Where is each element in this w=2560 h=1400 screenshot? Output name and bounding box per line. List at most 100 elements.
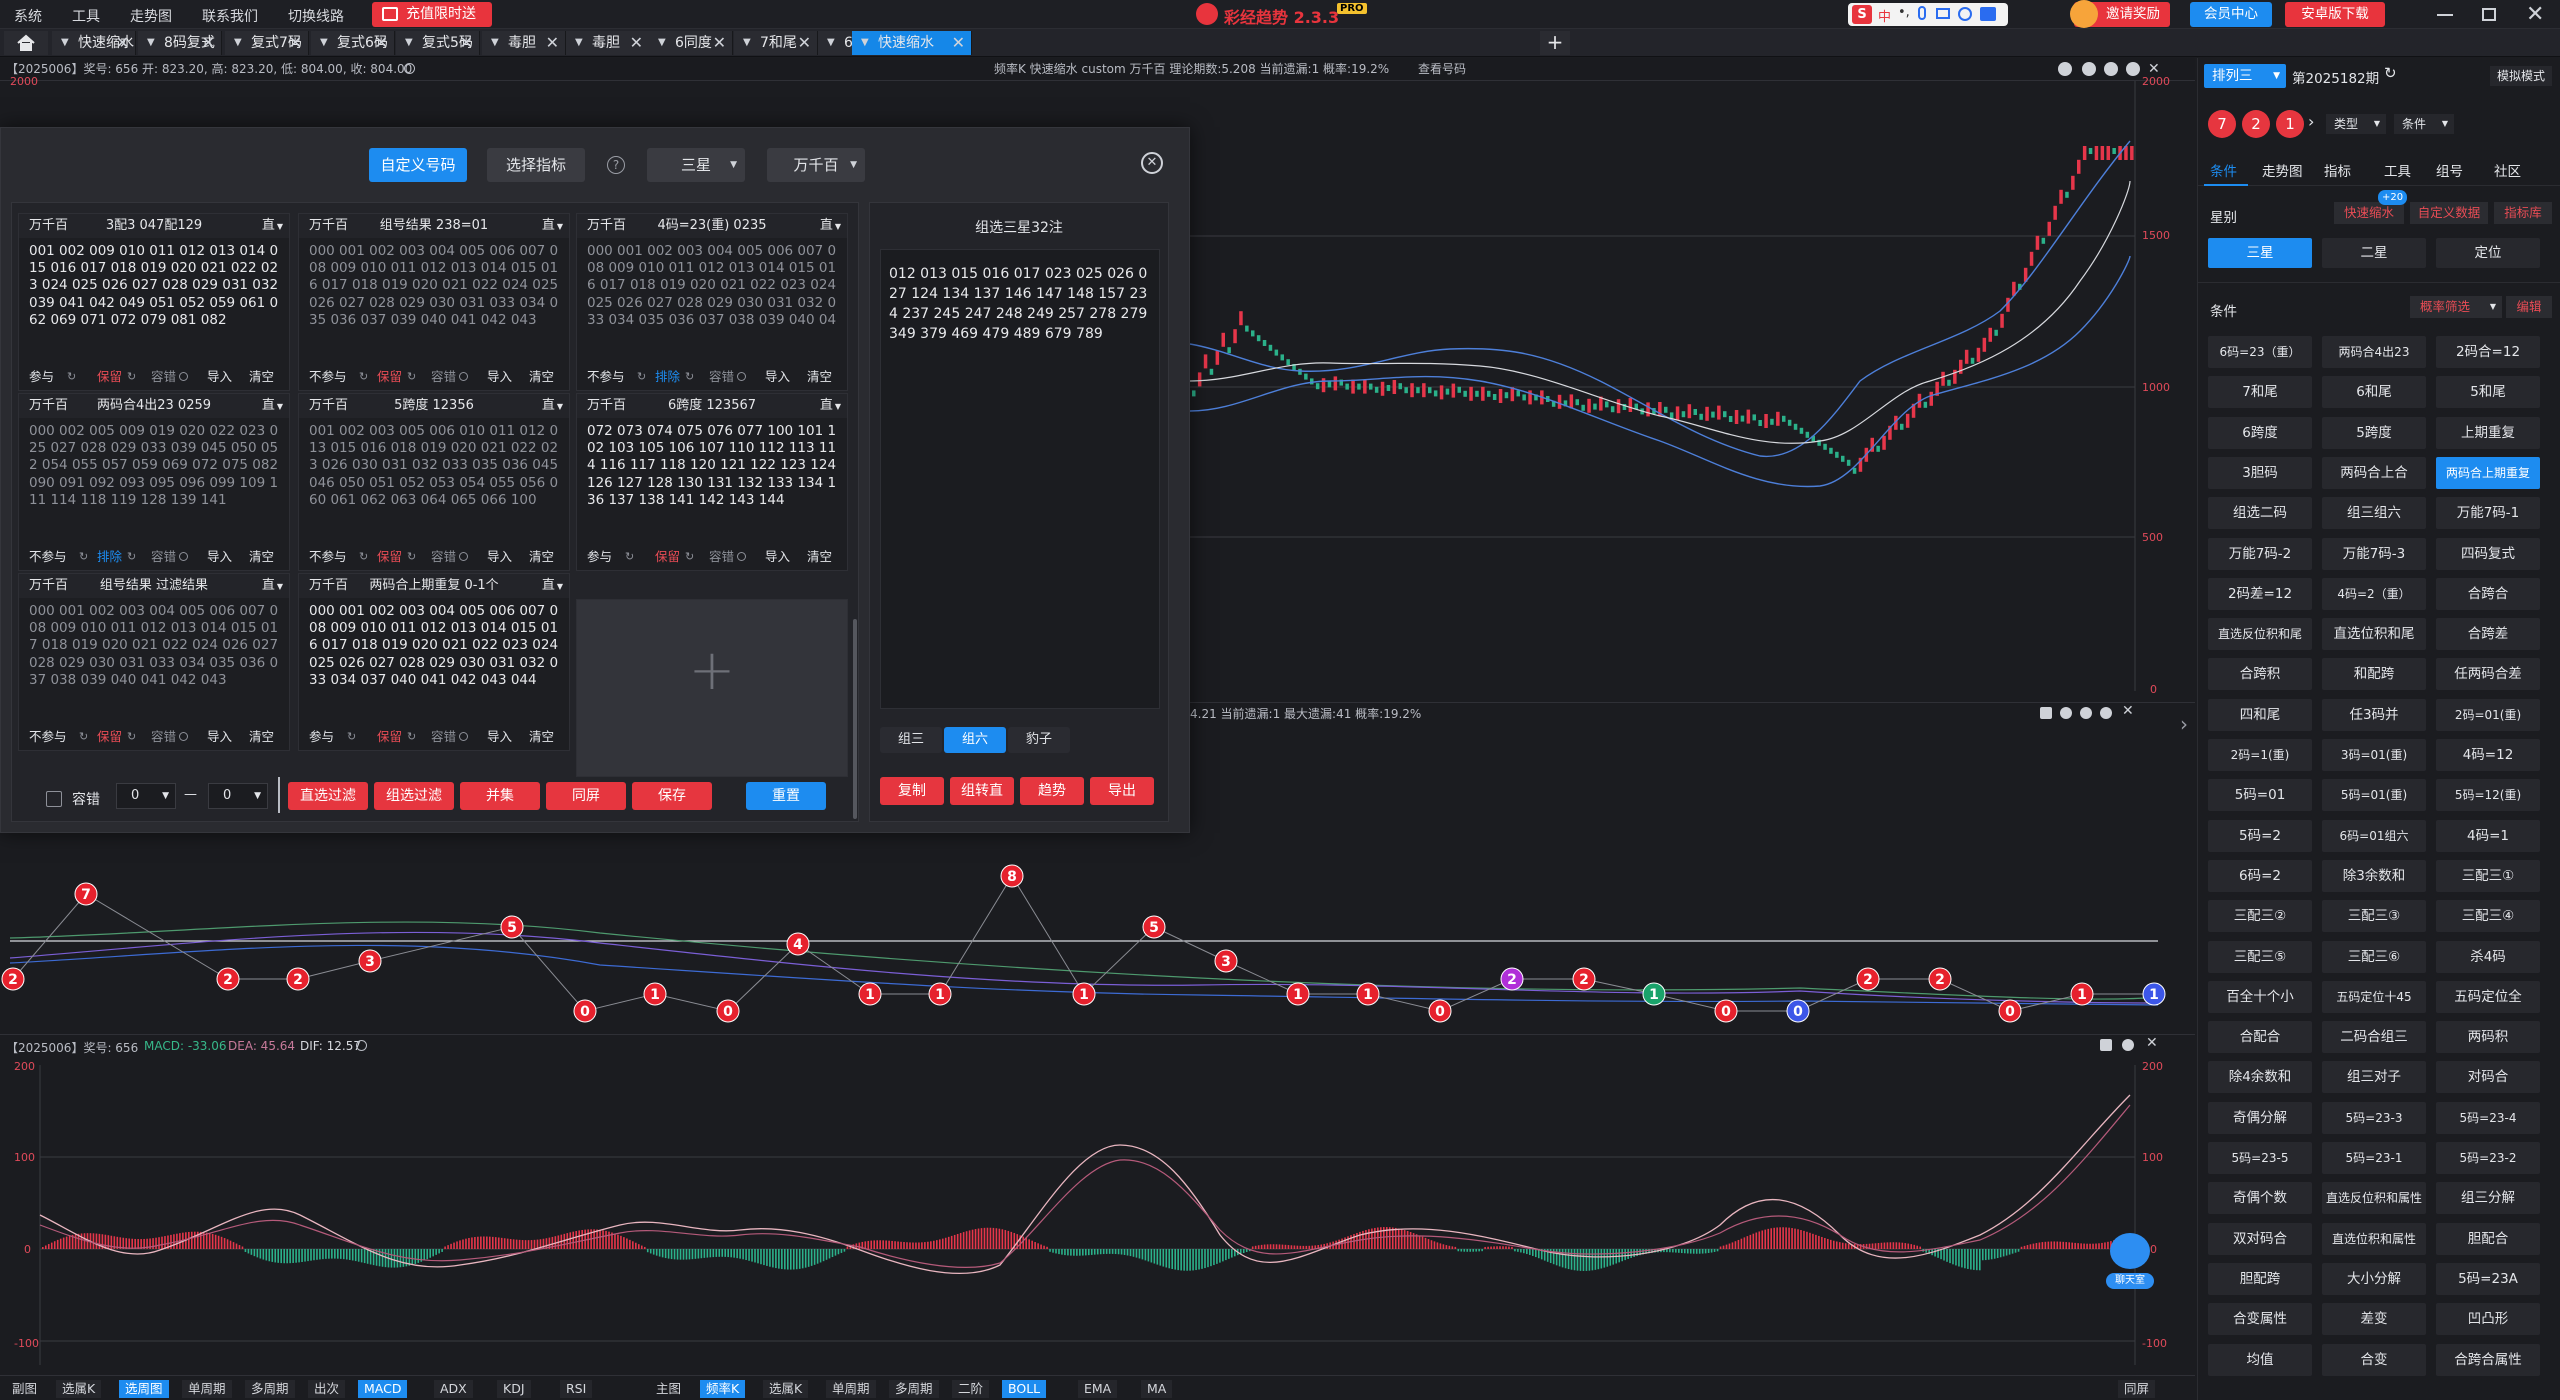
keep-exclude-toggle[interactable]: 保留 bbox=[377, 364, 402, 390]
tab-7[interactable]: ▼ 毒胆 ✕ bbox=[566, 31, 650, 55]
condition-button[interactable]: 双对码合 bbox=[2208, 1222, 2312, 1255]
close-dialog-icon[interactable]: ✕ bbox=[1141, 152, 1163, 174]
fault-toggle[interactable]: 容错 bbox=[431, 544, 456, 570]
condition-card[interactable]: 万千百 3配3 047配129 直 ▼ 001 002 009 010 011 012 … bbox=[18, 213, 290, 391]
subchart-button[interactable]: RSI bbox=[560, 1380, 593, 1398]
import-button[interactable]: 导入 bbox=[487, 364, 512, 390]
condition-button[interactable]: 均值 bbox=[2208, 1343, 2312, 1376]
keep-exclude-toggle[interactable]: 排除 bbox=[97, 544, 122, 570]
refresh-icon[interactable]: ↻ bbox=[67, 364, 76, 390]
refresh-icon[interactable]: ↻ bbox=[359, 544, 368, 570]
condition-card[interactable]: 万千百 两码合4出23 0259 直 ▼ 000 002 005 009 019 020… bbox=[18, 393, 290, 571]
condition-button[interactable]: 三配三③ bbox=[2322, 900, 2426, 933]
condition-button[interactable]: 合变 bbox=[2322, 1343, 2426, 1376]
condition-button[interactable]: 5码=23-1 bbox=[2322, 1142, 2426, 1174]
condition-card[interactable]: 万千百 6跨度 123567 直 ▼ 072 073 074 075 076 077 1… bbox=[576, 393, 848, 571]
condition-button[interactable]: 两码合4出23 bbox=[2322, 336, 2426, 368]
condition-button[interactable]: 大小分解 bbox=[2322, 1262, 2426, 1295]
condition-button[interactable]: 5码=23-2 bbox=[2436, 1142, 2540, 1174]
subchart-button[interactable]: KDJ bbox=[497, 1380, 531, 1398]
condition-button[interactable]: 合跨合属性 bbox=[2436, 1343, 2540, 1376]
mainchart-button[interactable]: 选属K bbox=[763, 1380, 809, 1398]
condition-card[interactable]: 万千百 组号结果 238=01 直 ▼ 000 001 002 003 004 005 … bbox=[298, 213, 570, 391]
clear-button[interactable]: 清空 bbox=[529, 724, 554, 750]
lottery-select[interactable]: 排列三 ▼ bbox=[2204, 64, 2286, 88]
condition-button[interactable]: 和配跨 bbox=[2322, 658, 2426, 691]
mainchart-button[interactable]: 单周期 bbox=[826, 1380, 876, 1398]
keep-exclude-toggle[interactable]: 保留 bbox=[97, 364, 122, 390]
condition-button[interactable]: 组三分解 bbox=[2436, 1182, 2540, 1215]
tab-5[interactable]: ▼ 复式5码 ✕ bbox=[396, 31, 480, 55]
check-numbers-link[interactable]: 查看号码 bbox=[1418, 58, 1466, 80]
close-tab-icon[interactable]: ✕ bbox=[116, 31, 129, 55]
tab-11[interactable]: ▼ 快速缩水 ✕ bbox=[852, 31, 972, 55]
tab-1[interactable]: ▼ 快速缩水 ✕ bbox=[52, 31, 136, 55]
condition-button[interactable]: 4码=12 bbox=[2436, 739, 2540, 771]
result-tab-zuliu[interactable]: 组六 bbox=[944, 727, 1006, 753]
condition-button[interactable]: 组三组六 bbox=[2322, 497, 2426, 530]
condition-button[interactable]: 差变 bbox=[2322, 1303, 2426, 1336]
reset-button[interactable]: 重置 bbox=[746, 782, 826, 810]
radio-icon[interactable] bbox=[459, 732, 468, 741]
condition-button[interactable]: 合变属性 bbox=[2208, 1303, 2312, 1336]
condition-button[interactable]: 除4余数和 bbox=[2208, 1061, 2312, 1094]
add-tab-button[interactable]: + bbox=[1540, 31, 1570, 55]
refresh-icon[interactable]: ↻ bbox=[685, 364, 694, 390]
condition-button[interactable]: 三配三⑤ bbox=[2208, 940, 2312, 973]
tab-6[interactable]: ▼ 毒胆 ✕ bbox=[482, 31, 566, 55]
chat-room-button[interactable]: 聊天室 bbox=[2106, 1233, 2154, 1291]
condition-button[interactable]: 2码差=12 bbox=[2208, 577, 2312, 610]
card-mode-select[interactable]: 直 ▼ bbox=[262, 214, 283, 239]
subchart-button[interactable]: ADX bbox=[434, 1380, 473, 1398]
condition-button[interactable]: 两码合上合 bbox=[2322, 456, 2426, 489]
participate-toggle[interactable]: 参与 bbox=[587, 544, 612, 570]
refresh-icon[interactable]: ↻ bbox=[347, 724, 356, 750]
mainchart-button[interactable]: EMA bbox=[1078, 1380, 1118, 1398]
condition-button[interactable]: 直选位积和尾 bbox=[2322, 618, 2426, 651]
condition-button[interactable]: 二码合组三 bbox=[2322, 1021, 2426, 1054]
condition-button[interactable]: 2码合=12 bbox=[2436, 336, 2540, 368]
close-tab-icon[interactable]: ✕ bbox=[546, 31, 559, 55]
import-button[interactable]: 导入 bbox=[207, 364, 232, 390]
participate-toggle[interactable]: 参与 bbox=[309, 724, 334, 750]
condition-card[interactable]: 万千百 组号结果 过滤结果直 ▼ 000 001 002 003 004 005 00… bbox=[18, 573, 290, 751]
condition-button[interactable]: 三配三⑥ bbox=[2322, 940, 2426, 973]
simulation-mode-button[interactable]: 模拟模式 bbox=[2490, 66, 2552, 86]
fault-toggle[interactable]: 容错 bbox=[431, 724, 456, 750]
nav-tab[interactable]: 社区 bbox=[2494, 160, 2521, 180]
result-tab-zusan[interactable]: 组三 bbox=[880, 727, 942, 753]
nav-tab[interactable]: 组号 bbox=[2436, 160, 2463, 180]
radio-icon[interactable] bbox=[179, 372, 188, 381]
condition-button[interactable]: 杀4码 bbox=[2436, 940, 2540, 973]
condition-button[interactable]: 百全十个小 bbox=[2208, 980, 2312, 1013]
condition-button[interactable]: 三配三② bbox=[2208, 900, 2312, 933]
android-download-button[interactable]: 安卓版下载 bbox=[2285, 2, 2385, 27]
tab-9[interactable]: ▼ 7和尾 ✕ bbox=[734, 31, 818, 55]
card-mode-select[interactable]: 直 ▼ bbox=[820, 394, 841, 419]
clear-button[interactable]: 清空 bbox=[807, 544, 832, 570]
keep-exclude-toggle[interactable]: 排除 bbox=[655, 364, 680, 390]
maximize-icon[interactable] bbox=[2482, 8, 2496, 21]
radio-icon[interactable] bbox=[459, 552, 468, 561]
tab-3[interactable]: ▼ 复式7码 ✕ bbox=[225, 31, 309, 55]
menu-switch-line[interactable]: 切换线路 bbox=[288, 6, 344, 26]
save-button[interactable]: 保存 bbox=[632, 782, 712, 810]
card-mode-select[interactable]: 直 ▼ bbox=[542, 574, 563, 599]
refresh-icon[interactable]: ↻ bbox=[407, 544, 416, 570]
gear-icon[interactable] bbox=[2126, 62, 2140, 76]
fast-shrink-button[interactable]: 快速缩水 +20 bbox=[2334, 190, 2408, 224]
participate-toggle[interactable]: 不参与 bbox=[309, 364, 347, 390]
chevron-right-icon[interactable]: › bbox=[2308, 112, 2314, 131]
condition-button[interactable]: 胆配合 bbox=[2436, 1222, 2540, 1255]
condition-button[interactable]: 5和尾 bbox=[2436, 376, 2540, 409]
clear-button[interactable]: 清空 bbox=[249, 544, 274, 570]
condition-button[interactable]: 任3码并 bbox=[2322, 698, 2426, 731]
fault-toggle[interactable]: 容错 bbox=[151, 544, 176, 570]
custom-data-button[interactable]: 自定义数据 bbox=[2410, 202, 2488, 224]
close-icon[interactable]: ✕ bbox=[2526, 2, 2544, 27]
condition-button[interactable]: 6码=01组六 bbox=[2322, 819, 2426, 852]
fault-checkbox[interactable] bbox=[46, 791, 62, 807]
condition-button[interactable]: 五码定位全 bbox=[2436, 980, 2540, 1013]
subchart-button[interactable]: 选属K bbox=[56, 1380, 102, 1398]
help-icon[interactable] bbox=[404, 63, 415, 74]
